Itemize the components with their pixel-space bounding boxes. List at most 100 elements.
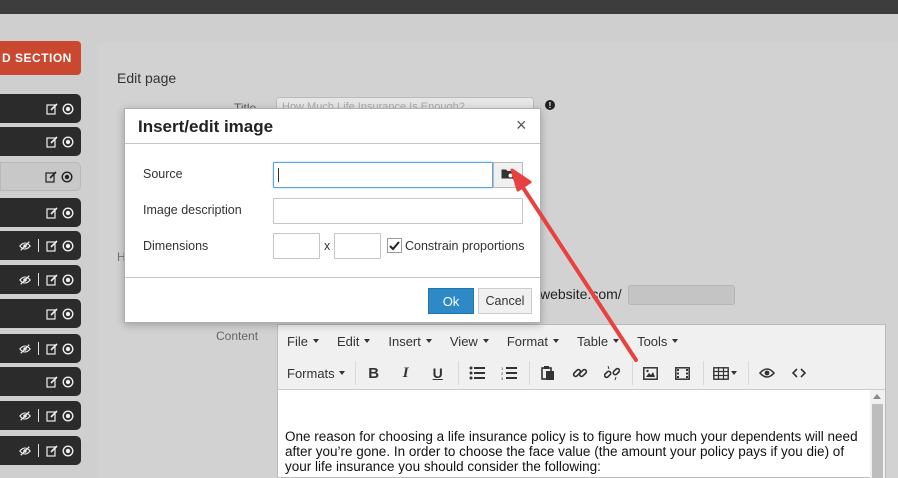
source-label: Source <box>143 167 183 181</box>
edit-icon[interactable] <box>46 206 58 219</box>
menu-edit[interactable]: Edit <box>337 334 371 349</box>
edit-icon[interactable] <box>46 375 58 388</box>
menu-file[interactable]: File <box>287 334 319 349</box>
edit-icon[interactable] <box>46 102 58 115</box>
add-section-button[interactable]: D SECTION <box>0 41 81 75</box>
unlink-icon[interactable] <box>600 361 624 385</box>
sidebar-item[interactable] <box>0 334 81 363</box>
sidebar-item[interactable] <box>0 265 81 294</box>
sidebar-item[interactable] <box>0 162 81 191</box>
circle-icon[interactable] <box>62 239 74 252</box>
circle-icon[interactable] <box>62 307 74 320</box>
constrain-checkbox[interactable] <box>387 238 402 253</box>
ok-button[interactable]: Ok <box>428 288 474 314</box>
editor-content[interactable]: One reason for choosing a life insurance… <box>278 390 870 478</box>
url-slug-input[interactable] <box>628 285 735 305</box>
link-icon[interactable] <box>568 361 592 385</box>
top-bar <box>0 0 898 14</box>
menu-format[interactable]: Format <box>507 334 559 349</box>
sidebar-item[interactable] <box>0 299 81 328</box>
cancel-button[interactable]: Cancel <box>478 288 532 314</box>
circle-icon[interactable] <box>62 135 74 148</box>
sidebar-item[interactable] <box>0 401 81 430</box>
sidebar-item[interactable] <box>0 198 81 227</box>
page-title: Edit page <box>117 70 177 86</box>
underline-icon[interactable]: U <box>426 361 450 385</box>
dimensions-label: Dimensions <box>143 239 209 253</box>
scroll-thumb[interactable] <box>872 404 883 478</box>
dialog-footer: Ok Cancel <box>125 277 540 322</box>
editor-toolbar: Formats B I U 123 <box>278 357 885 390</box>
bullet-list-icon[interactable] <box>465 361 489 385</box>
edit-icon[interactable] <box>46 239 58 252</box>
circle-icon[interactable] <box>62 102 74 115</box>
eye-slash-icon[interactable] <box>19 274 31 286</box>
dimension-separator: x <box>324 239 331 253</box>
circle-icon[interactable] <box>62 444 74 457</box>
table-icon[interactable] <box>710 361 740 385</box>
folder-browse-icon <box>501 168 516 183</box>
rich-text-editor: File Edit Insert View Format Table Tools… <box>277 324 886 478</box>
dialog-title: Insert/edit image <box>138 117 274 136</box>
description-label: Image description <box>143 203 242 217</box>
insert-image-dialog: Insert/edit image × Source Image descrip… <box>124 108 541 323</box>
italic-icon[interactable]: I <box>394 361 418 385</box>
circle-icon[interactable] <box>61 170 73 183</box>
circle-icon[interactable] <box>62 375 74 388</box>
edit-icon[interactable] <box>46 135 58 148</box>
bold-icon[interactable]: B <box>362 361 386 385</box>
eye-slash-icon[interactable] <box>19 240 31 252</box>
circle-icon[interactable] <box>62 342 74 355</box>
url-prefix: website.com/ <box>540 286 622 302</box>
edit-icon[interactable] <box>45 170 57 183</box>
eye-slash-icon[interactable] <box>19 445 31 457</box>
divider <box>38 273 39 286</box>
divider <box>38 239 39 252</box>
add-section-label: D SECTION <box>2 51 72 65</box>
sidebar-item[interactable] <box>0 367 81 396</box>
edit-icon[interactable] <box>46 273 58 286</box>
scroll-up-icon[interactable] <box>873 394 881 399</box>
paste-icon[interactable] <box>536 361 560 385</box>
divider <box>38 444 39 457</box>
browse-button[interactable] <box>493 162 523 188</box>
info-icon[interactable]: ! <box>545 100 555 110</box>
editor-scrollbar[interactable] <box>870 390 885 478</box>
sidebar-item[interactable] <box>0 94 81 123</box>
checkmark-icon <box>389 240 400 250</box>
edit-icon[interactable] <box>46 342 58 355</box>
description-input[interactable] <box>273 198 523 224</box>
divider <box>38 342 39 355</box>
close-icon[interactable]: × <box>516 115 527 135</box>
menu-view[interactable]: View <box>450 334 489 349</box>
edit-icon[interactable] <box>46 444 58 457</box>
editor-menubar: File Edit Insert View Format Table Tools <box>278 325 885 357</box>
formats-dropdown[interactable]: Formats <box>287 366 345 381</box>
constrain-label[interactable]: Constrain proportions <box>405 239 525 253</box>
media-icon[interactable] <box>671 361 695 385</box>
circle-icon[interactable] <box>62 273 74 286</box>
edit-icon[interactable] <box>46 307 58 320</box>
image-icon[interactable] <box>639 361 663 385</box>
menu-tools[interactable]: Tools <box>637 334 679 349</box>
circle-icon[interactable] <box>62 409 74 422</box>
numbered-list-icon[interactable]: 123 <box>497 361 521 385</box>
height-input[interactable] <box>334 233 381 259</box>
divider <box>38 409 39 422</box>
menu-insert[interactable]: Insert <box>388 334 432 349</box>
edit-icon[interactable] <box>46 409 58 422</box>
preview-eye-icon[interactable] <box>755 361 779 385</box>
sidebar-item[interactable] <box>0 127 81 156</box>
sidebar-item[interactable] <box>0 231 81 260</box>
dialog-header: Insert/edit image × <box>125 109 540 144</box>
circle-icon[interactable] <box>62 206 74 219</box>
eye-slash-icon[interactable] <box>19 343 31 355</box>
source-code-icon[interactable] <box>787 361 811 385</box>
source-input[interactable] <box>273 162 493 188</box>
menu-table[interactable]: Table <box>577 334 620 349</box>
width-input[interactable] <box>273 233 320 259</box>
svg-text:3: 3 <box>501 376 504 380</box>
eye-slash-icon[interactable] <box>19 410 31 422</box>
content-label: Content <box>216 329 259 343</box>
sidebar-item[interactable] <box>0 436 81 465</box>
